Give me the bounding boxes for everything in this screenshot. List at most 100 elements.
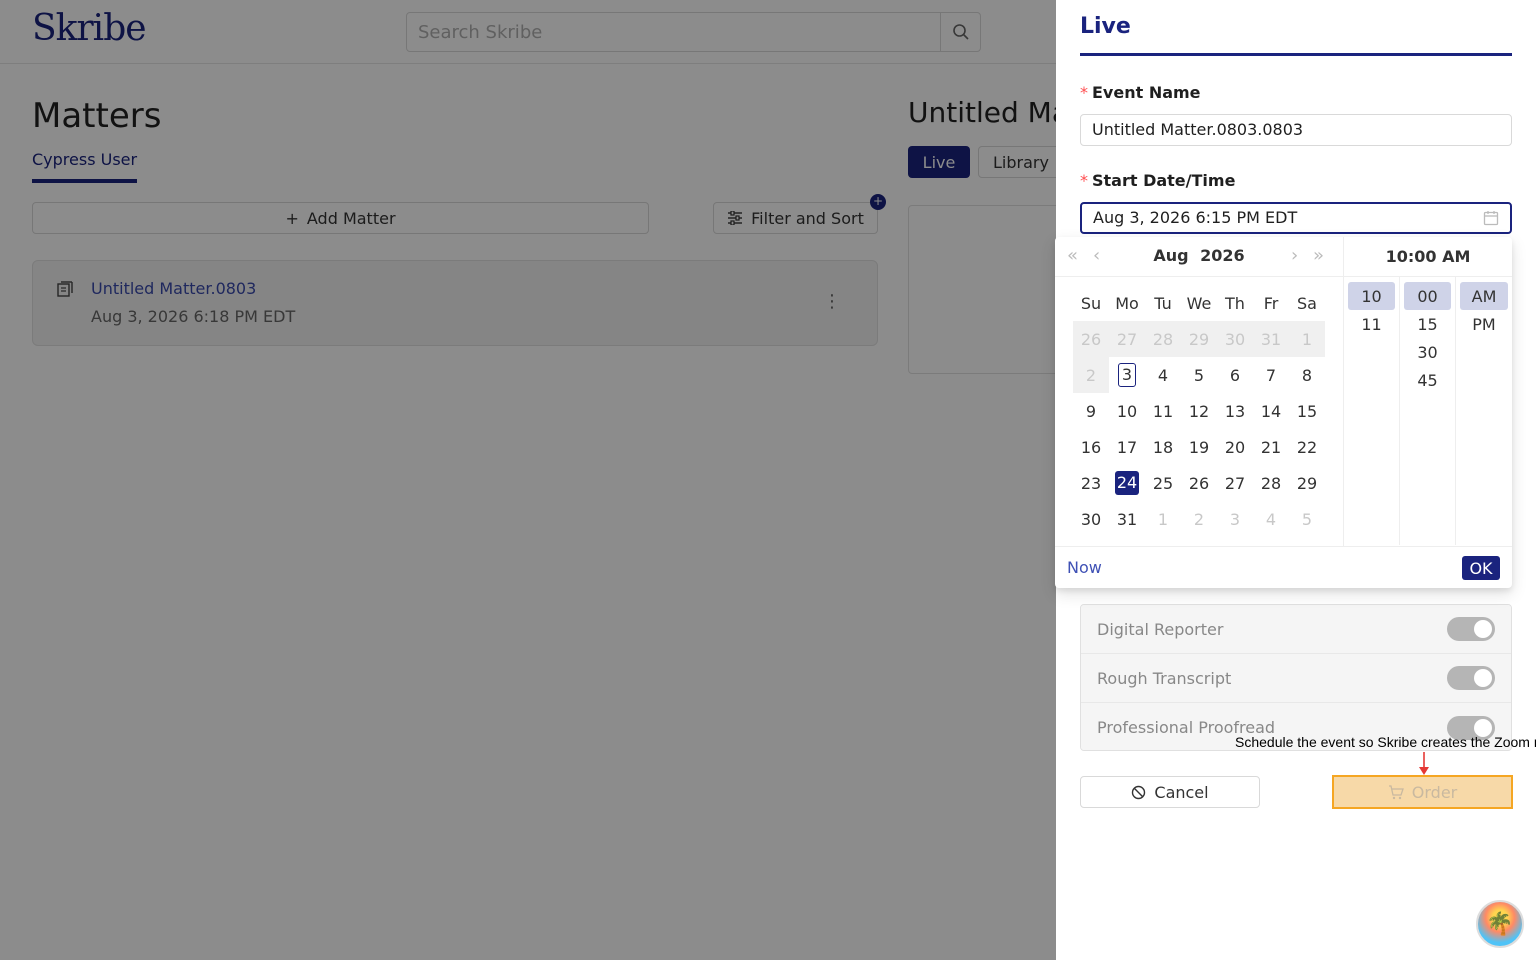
weekday: We [1186, 293, 1212, 313]
day-cell[interactable]: 20 [1217, 429, 1253, 465]
day-cell[interactable]: 13 [1217, 393, 1253, 429]
modal-mask[interactable] [0, 0, 1056, 960]
order-button[interactable]: Order [1332, 775, 1513, 809]
tutorial-hint: Schedule the event so Skribe creates the… [1235, 734, 1536, 750]
digital-reporter-toggle[interactable] [1447, 617, 1495, 641]
calendar-panel: « ‹ Aug 2026 › » Su Mo Tu We Th Fr Sa 26… [1055, 237, 1343, 546]
day-cell[interactable]: 19 [1181, 429, 1217, 465]
assistant-avatar-icon[interactable]: 🌴 [1476, 900, 1524, 948]
meridiem-option[interactable]: PM [1460, 310, 1508, 338]
day-cell[interactable]: 29 [1181, 321, 1217, 357]
day-cell[interactable]: 2 [1181, 501, 1217, 537]
minute-option[interactable]: 15 [1404, 310, 1451, 338]
day-cell[interactable]: 12 [1181, 393, 1217, 429]
day-cell[interactable]: 21 [1253, 429, 1289, 465]
required-marker: * [1080, 83, 1088, 102]
minute-column[interactable]: 00 15 30 45 [1400, 277, 1456, 545]
day-cell[interactable]: 11 [1145, 393, 1181, 429]
order-label: Order [1411, 782, 1458, 802]
option-label: Digital Reporter [1097, 619, 1224, 639]
day-cell[interactable]: 6 [1217, 357, 1253, 393]
day-cell[interactable]: 8 [1289, 357, 1325, 393]
meridiem-column[interactable]: AM PM [1456, 277, 1512, 545]
date-time-picker: « ‹ Aug 2026 › » Su Mo Tu We Th Fr Sa 26… [1055, 237, 1512, 588]
day-cell[interactable]: 5 [1289, 501, 1325, 537]
weekday: Fr [1263, 293, 1279, 313]
day-cell[interactable]: 7 [1253, 357, 1289, 393]
time-columns: 10 11 00 15 30 45 AM PM [1344, 277, 1512, 545]
minute-option[interactable]: 30 [1404, 338, 1451, 366]
option-rough-transcript: Rough Transcript [1081, 654, 1511, 703]
cancel-button[interactable]: Cancel [1080, 776, 1260, 808]
ok-button[interactable]: OK [1462, 556, 1500, 580]
event-name-label-text: Event Name [1092, 83, 1201, 102]
day-cell[interactable]: 30 [1073, 501, 1109, 537]
start-date-input[interactable]: Aug 3, 2026 6:15 PM EDT [1080, 202, 1512, 234]
day-cell-selected[interactable]: 24 [1109, 465, 1145, 501]
day-cell[interactable]: 4 [1145, 357, 1181, 393]
cart-icon [1388, 784, 1404, 799]
meridiem-option-selected[interactable]: AM [1460, 282, 1508, 310]
minute-option[interactable]: 45 [1404, 366, 1451, 394]
day-cell[interactable]: 31 [1253, 321, 1289, 357]
required-marker: * [1080, 171, 1088, 190]
day-cell[interactable]: 15 [1289, 393, 1325, 429]
day-cell[interactable]: 31 [1109, 501, 1145, 537]
day-cell[interactable]: 1 [1289, 321, 1325, 357]
weekday: Tu [1154, 293, 1172, 313]
start-date-value: Aug 3, 2026 6:15 PM EDT [1093, 208, 1298, 227]
day-cell[interactable]: 14 [1253, 393, 1289, 429]
minute-option-selected[interactable]: 00 [1404, 282, 1451, 310]
next-year-icon[interactable]: » [1313, 245, 1324, 266]
hour-column[interactable]: 10 11 [1344, 277, 1400, 545]
day-cell[interactable]: 5 [1181, 357, 1217, 393]
day-cell[interactable]: 23 [1073, 465, 1109, 501]
day-cell[interactable]: 16 [1073, 429, 1109, 465]
picker-footer: Now OK [1055, 546, 1512, 588]
hour-option[interactable]: 11 [1348, 310, 1395, 338]
event-name-label: * Event Name [1080, 83, 1201, 102]
next-month-icon[interactable]: › [1291, 245, 1298, 266]
calendar-grid: Su Mo Tu We Th Fr Sa 26 27 28 29 30 31 1… [1073, 285, 1325, 537]
time-panel: 10:00 AM 10 11 00 15 30 45 AM PM [1343, 237, 1512, 546]
event-name-input[interactable]: Untitled Matter.0803.0803 [1080, 114, 1512, 146]
week-row: 2 3 4 5 6 7 8 [1073, 357, 1325, 393]
month-select[interactable]: Aug [1153, 246, 1188, 265]
week-row: 26 27 28 29 30 31 1 [1073, 321, 1325, 357]
options-list: Digital Reporter Rough Transcript Profes… [1080, 604, 1512, 751]
weekday: Mo [1115, 293, 1139, 313]
day-cell[interactable]: 22 [1289, 429, 1325, 465]
week-row: 16 17 18 19 20 21 22 [1073, 429, 1325, 465]
day-cell[interactable]: 3 [1217, 501, 1253, 537]
day-cell[interactable]: 10 [1109, 393, 1145, 429]
day-cell[interactable]: 28 [1253, 465, 1289, 501]
day-cell[interactable]: 26 [1181, 465, 1217, 501]
rough-transcript-toggle[interactable] [1447, 666, 1495, 690]
day-cell[interactable]: 1 [1145, 501, 1181, 537]
day-cell[interactable]: 27 [1217, 465, 1253, 501]
day-cell[interactable]: 25 [1145, 465, 1181, 501]
day-cell[interactable]: 4 [1253, 501, 1289, 537]
time-header: 10:00 AM [1344, 237, 1512, 277]
calendar-icon [1483, 211, 1499, 226]
cancel-label: Cancel [1154, 782, 1209, 802]
day-cell[interactable]: 9 [1073, 393, 1109, 429]
drawer-title: Live [1080, 14, 1131, 39]
day-cell[interactable]: 26 [1073, 321, 1109, 357]
day-cell[interactable]: 27 [1109, 321, 1145, 357]
hour-option-selected[interactable]: 10 [1348, 282, 1395, 310]
day-cell[interactable]: 17 [1109, 429, 1145, 465]
weekday: Sa [1297, 293, 1317, 313]
day-cell[interactable]: 28 [1145, 321, 1181, 357]
title-underline [1080, 53, 1512, 56]
day-cell[interactable]: 2 [1073, 357, 1109, 393]
block-icon [1132, 785, 1146, 799]
calendar-header: « ‹ Aug 2026 › » [1055, 237, 1343, 277]
day-cell[interactable]: 29 [1289, 465, 1325, 501]
day-cell-today[interactable]: 3 [1109, 357, 1145, 393]
day-cell[interactable]: 18 [1145, 429, 1181, 465]
option-label: Rough Transcript [1097, 668, 1232, 688]
year-select[interactable]: 2026 [1200, 246, 1245, 265]
day-cell[interactable]: 30 [1217, 321, 1253, 357]
now-link[interactable]: Now [1067, 558, 1102, 577]
